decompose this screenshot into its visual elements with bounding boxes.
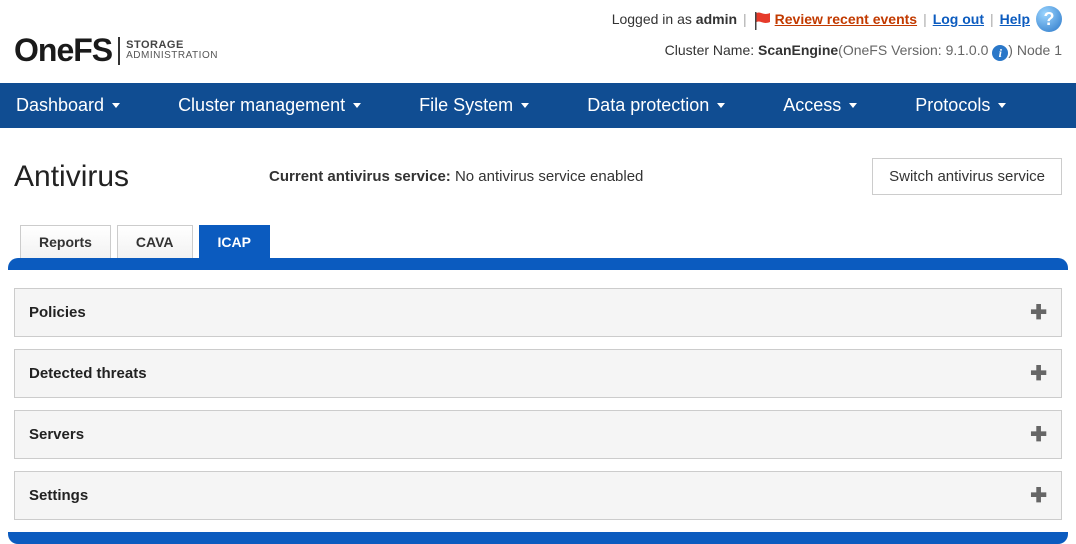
- cluster-info: Cluster Name: ScanEngine(OneFS Version: …: [612, 42, 1062, 61]
- logo-main: OneFS: [14, 32, 112, 69]
- chevron-down-icon: [717, 103, 725, 108]
- panel-settings[interactable]: Settings ✚: [14, 471, 1062, 520]
- chevron-down-icon: [998, 103, 1006, 108]
- flag-icon[interactable]: [753, 12, 771, 26]
- tab-icap[interactable]: ICAP: [199, 225, 270, 258]
- review-events-link[interactable]: Review recent events: [775, 11, 917, 27]
- nav-dashboard[interactable]: Dashboard: [4, 83, 132, 128]
- antivirus-status: Current antivirus service: No antivirus …: [269, 168, 643, 185]
- panel-detected-threats[interactable]: Detected threats ✚: [14, 349, 1062, 398]
- chevron-down-icon: [353, 103, 361, 108]
- top-separator: |: [990, 11, 994, 27]
- switch-antivirus-button[interactable]: Switch antivirus service: [872, 158, 1062, 195]
- nav-access[interactable]: Access: [771, 83, 869, 128]
- nav-file-system[interactable]: File System: [407, 83, 541, 128]
- plus-icon: ✚: [1030, 300, 1047, 325]
- logo-subtitle-2: ADMINISTRATION: [126, 51, 218, 61]
- logout-link[interactable]: Log out: [933, 11, 984, 27]
- help-icon[interactable]: ?: [1036, 6, 1062, 32]
- logo-separator: [118, 37, 120, 65]
- brand-logo: OneFS STORAGE ADMINISTRATION: [14, 6, 218, 69]
- content-bottom-bar: [8, 532, 1068, 544]
- tab-bar: Reports CAVA ICAP: [0, 205, 1076, 258]
- plus-icon: ✚: [1030, 483, 1047, 508]
- page-title: Antivirus: [14, 160, 129, 194]
- tab-cava[interactable]: CAVA: [117, 225, 193, 258]
- top-separator: |: [743, 11, 747, 27]
- tab-reports[interactable]: Reports: [20, 225, 111, 258]
- content-top-bar: [8, 258, 1068, 270]
- nav-cluster-management[interactable]: Cluster management: [166, 83, 373, 128]
- info-icon[interactable]: i: [992, 45, 1008, 61]
- chevron-down-icon: [849, 103, 857, 108]
- logged-in-label: Logged in as admin: [612, 11, 737, 27]
- main-nav: Dashboard Cluster management File System…: [0, 83, 1076, 128]
- top-separator: |: [923, 11, 927, 27]
- nav-protocols[interactable]: Protocols: [903, 83, 1018, 128]
- help-link[interactable]: Help: [1000, 11, 1030, 27]
- nav-data-protection[interactable]: Data protection: [575, 83, 737, 128]
- chevron-down-icon: [112, 103, 120, 108]
- plus-icon: ✚: [1030, 361, 1047, 386]
- chevron-down-icon: [521, 103, 529, 108]
- panel-servers[interactable]: Servers ✚: [14, 410, 1062, 459]
- plus-icon: ✚: [1030, 422, 1047, 447]
- panel-policies[interactable]: Policies ✚: [14, 288, 1062, 337]
